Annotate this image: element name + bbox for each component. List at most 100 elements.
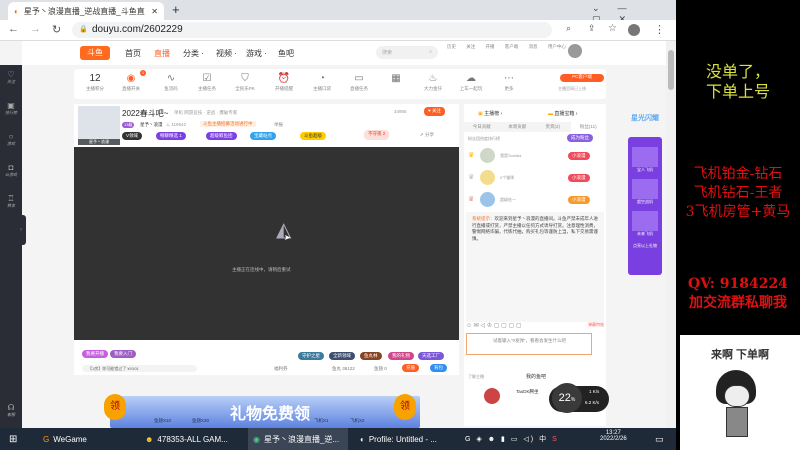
nav-live[interactable]: 直播 <box>154 48 170 59</box>
bookmark-star-icon[interactable]: ☆ <box>608 23 617 34</box>
gift-fishball-forest[interactable]: 鱼丸林 <box>360 352 382 360</box>
become-fan-button[interactable]: 成为粉丝 <box>567 134 593 142</box>
browser-tab[interactable]: ◐ 星予丶浪漫直播_逆战直播_斗鱼直 ✕ <box>8 2 164 20</box>
streamer-avatar[interactable]: 星予丶浪漫 <box>78 106 120 145</box>
backpack-button[interactable]: 背包 <box>430 364 447 372</box>
pk-badge[interactable]: 不守夜 2 <box>364 130 390 140</box>
tab-week[interactable]: 本周贡献 <box>500 122 536 132</box>
scrollbar-thumb[interactable] <box>668 50 674 90</box>
right-panel: ▣ 主播榜 › ▬ 直播宝箱 › 今日贡献 本周贡献 贵宾(2) 粉丝(11) … <box>464 104 606 426</box>
tab-today[interactable]: 今日贡献 <box>464 122 500 132</box>
points: 12 主播积分 <box>86 73 104 91</box>
report-link[interactable]: 举报 <box>274 122 283 128</box>
gift-intro[interactable]: 我要入门 <box>110 350 136 358</box>
tool-live-tasks[interactable]: ▭ 直播任务 <box>342 73 376 92</box>
sidebar-expand-handle[interactable]: › <box>20 215 26 245</box>
tab-vip[interactable]: 贵宾(2) <box>535 122 571 132</box>
badge-treasure[interactable]: 宝藏站点 <box>250 132 276 140</box>
promo-ad[interactable]: 星光闪耀 宝人飞机 超空战机 未来飞机 点亮以上礼物 <box>626 107 664 275</box>
rank-row[interactable]: ♛ 2个猫咪 小浪漫 <box>464 168 606 190</box>
app-icon: ☻ <box>145 434 154 444</box>
close-tab-icon[interactable]: ✕ <box>151 7 158 16</box>
follow-button[interactable]: ♥ 关注 <box>424 107 445 116</box>
tool-gift[interactable]: ▦ <box>379 73 413 86</box>
taskbar-obs[interactable]: ◐ Profile: Untitled - ... <box>355 428 455 450</box>
notice-banner[interactable]: 斗鱼主播招募活动进行中 <box>200 121 256 127</box>
claim-left-icon: 领 <box>104 394 126 420</box>
badge-super[interactable]: 斗鱼超级 <box>300 132 326 140</box>
room-notice[interactable]: 【1房】你可能错过了 ¥X501 <box>82 365 197 372</box>
streamer-name[interactable]: 星予丶浪漫 <box>140 122 163 128</box>
taskbar-game[interactable]: ☻ 478353-ALL GAM... <box>140 428 240 450</box>
clock[interactable]: 13:27 2022/2/26 <box>600 430 627 442</box>
anchor-rank-tab[interactable]: ▣ 主播榜 › <box>478 110 502 117</box>
badge-whale[interactable]: 超级鲸鱼团 <box>206 132 237 140</box>
tool-more[interactable]: ⋯ 更多 <box>492 73 526 92</box>
menu-icon[interactable]: ⋮ <box>654 23 665 36</box>
my-yuba[interactable]: 我的鱼吧 <box>526 373 546 380</box>
taskbar-wegame[interactable]: G WeGame <box>38 428 133 450</box>
tab-fans[interactable]: 粉丝(11) <box>570 122 606 132</box>
notification-icon[interactable]: ▭ <box>650 428 669 450</box>
nav-games[interactable]: 游戏 · <box>246 48 267 59</box>
rank-row[interactable]: ♛ 超级吃一 小浪漫 <box>464 190 606 212</box>
free-gift-banner[interactable]: 领 领 礼物免费领 鱼翅X10 鱼翅X30 飞机X1 飞机X2 <box>100 388 430 428</box>
ad-item: 宝人飞机 <box>628 147 662 179</box>
page-scrollbar[interactable] <box>666 41 676 428</box>
tool-stream-code[interactable]: ∿ 鱼流码 <box>154 73 188 92</box>
recharge-button[interactable]: 充值 <box>402 364 419 372</box>
user-avatar[interactable] <box>568 44 582 58</box>
nav-home[interactable]: 首页 <box>125 48 141 59</box>
share-button[interactable]: ⇗ 分享 <box>420 132 434 138</box>
tool-pocket[interactable]: ◔ 主播口袋 <box>305 73 339 92</box>
search-page-icon[interactable]: ⌕ <box>566 23 571 34</box>
pc-client-button[interactable]: PC客户端 <box>560 74 604 82</box>
sidebar-service[interactable]: ☊ 客服 <box>0 403 22 418</box>
chat-area[interactable]: 系统提示：欢迎来到星予丶浪漫的直播间。斗鱼严禁未成年人进行直播或打赏，严禁主播以… <box>466 212 604 322</box>
reload-icon[interactable]: ↻ <box>52 23 61 36</box>
treasure-tab[interactable]: ▬ 直播宝箱 › <box>548 110 577 117</box>
user-name[interactable]: TaoDK腾坐 <box>516 389 539 395</box>
profile-avatar[interactable] <box>628 24 640 36</box>
gift-my-gifts[interactable]: 我的礼物 <box>388 352 414 360</box>
gift-start-live[interactable]: 我要开播 <box>82 350 108 358</box>
sidebar-events[interactable]: ♖ 赛事 <box>0 194 22 209</box>
sidebar-rank[interactable]: ▣ 排行榜 <box>0 101 22 116</box>
tool-pk[interactable]: ⛉ 全民乐PK <box>228 73 262 92</box>
badge-chat[interactable]: 畅聊精选 1 <box>156 132 186 140</box>
url-input[interactable]: 🔒 douyu.com/2602229 <box>72 22 552 38</box>
rank-row[interactable]: ♛ 我是Sonidia 小浪漫 <box>464 146 606 168</box>
chat-tools[interactable]: ☺ ✉ ◁ ♔ ▢ ▢ ▢ ▢ 弹幕特效 <box>466 322 604 332</box>
gift-field[interactable]: 全新领域 <box>329 352 355 360</box>
tool-power[interactable]: ♨ 大力金仔 <box>416 73 450 92</box>
forward-icon[interactable]: → <box>30 23 41 35</box>
windows-start-icon[interactable]: ⊞ <box>4 428 22 450</box>
sidebar-follow[interactable]: ♡ 关注 <box>0 70 22 85</box>
new-tab-button[interactable]: + <box>172 2 180 17</box>
nav-icons[interactable]: 历史 关注 开播 客户端 消息 用户中心 <box>447 44 566 50</box>
douyu-logo[interactable]: 斗鱼 <box>80 46 110 60</box>
nav-yuba[interactable]: 鱼吧 <box>278 48 294 59</box>
tool-reminder[interactable]: ⏰ 开播提醒 <box>267 73 301 92</box>
share-icon[interactable]: ⇪ <box>588 23 596 34</box>
nav-category[interactable]: 分类 · <box>183 48 204 59</box>
coupon[interactable]: 福利券 <box>274 366 288 372</box>
taskbar-chrome[interactable]: ◉ 星予丶浪漫直播_逆... <box>248 428 348 450</box>
stream-overlay-text: 没单了， 下单上号 飞机铂金-钻石 飞机钻石-王者 3飞机房管+黄马 QV: 9184… <box>676 0 800 335</box>
chat-input[interactable]: 试着输入“#发弹”，看看会发生什么吧 <box>466 333 592 355</box>
about-link[interactable]: 了解主播 <box>468 374 484 380</box>
trophy-icon: ♖ <box>7 194 15 203</box>
nav-video[interactable]: 视频 · <box>216 48 237 59</box>
back-icon[interactable]: ← <box>8 23 19 35</box>
video-player[interactable]: ◭ ➤ 主播正在连线中，请稍后重试 <box>74 147 459 340</box>
stream-category[interactable]: 单机 网游竞技 · 逆战 · 爆破专家 <box>174 110 237 116</box>
sidebar-games[interactable]: ○ 游戏 <box>0 132 22 147</box>
tool-tasks[interactable]: ☑ 主播任务 <box>190 73 224 92</box>
gift-factory[interactable]: 天选工厂 <box>418 352 444 360</box>
badge-v[interactable]: V领域 <box>122 132 143 140</box>
sidebar-cloud[interactable]: ◘ 云游戏 <box>0 163 22 178</box>
tool-ride[interactable]: ☁ 上车一起玩 <box>454 73 488 92</box>
search-input[interactable]: 搜索 ⌕ <box>376 46 438 59</box>
gift-guard[interactable]: 守护之星 <box>298 352 324 360</box>
tray-icons[interactable]: G ◈ ☻ ▮ ▭ ◁) 中 S <box>460 428 564 450</box>
